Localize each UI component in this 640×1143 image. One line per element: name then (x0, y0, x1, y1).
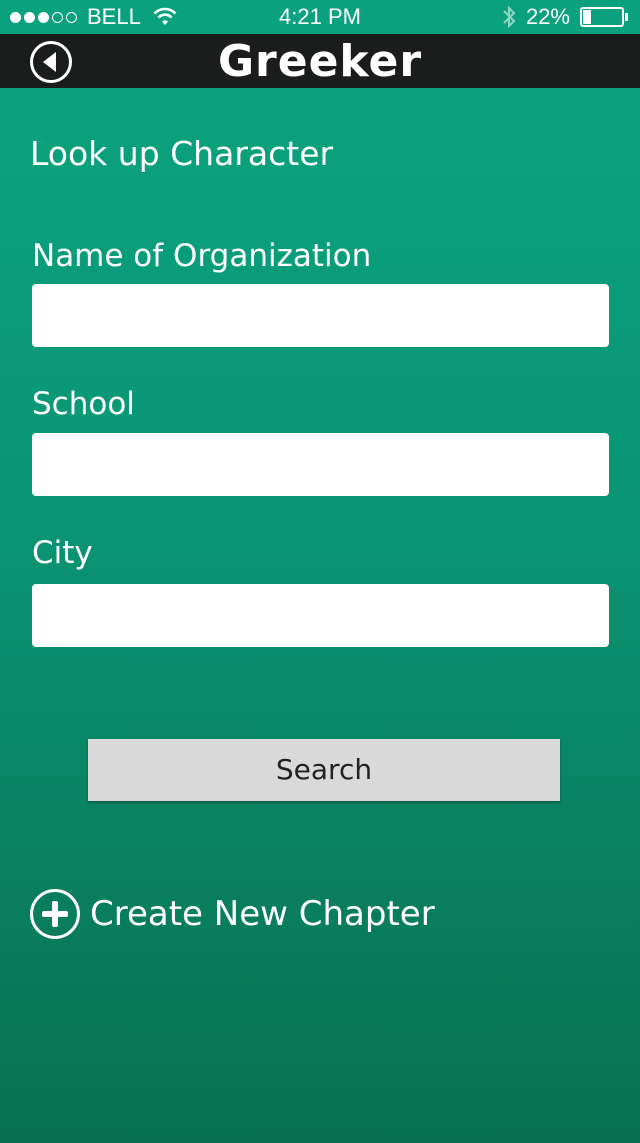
page-title: Look up Character (30, 134, 334, 173)
city-input[interactable] (32, 584, 609, 647)
organization-label: Name of Organization (32, 238, 372, 274)
app-title: Greeker (217, 36, 423, 87)
plus-circle-icon (30, 889, 80, 939)
status-right: 22% (502, 4, 628, 30)
create-chapter-button[interactable]: Create New Chapter (30, 888, 435, 940)
nav-bar: Greeker (0, 34, 640, 88)
status-bar: BELL 4:21 PM 22% (0, 0, 640, 34)
city-label: City (32, 535, 93, 571)
school-label: School (32, 386, 135, 422)
school-input[interactable] (32, 433, 609, 496)
bluetooth-icon (503, 5, 516, 29)
create-chapter-label: Create New Chapter (90, 894, 435, 934)
search-button[interactable]: Search (88, 739, 560, 801)
battery-icon (580, 7, 628, 27)
organization-input[interactable] (32, 284, 609, 347)
battery-percent: 22% (525, 4, 570, 29)
